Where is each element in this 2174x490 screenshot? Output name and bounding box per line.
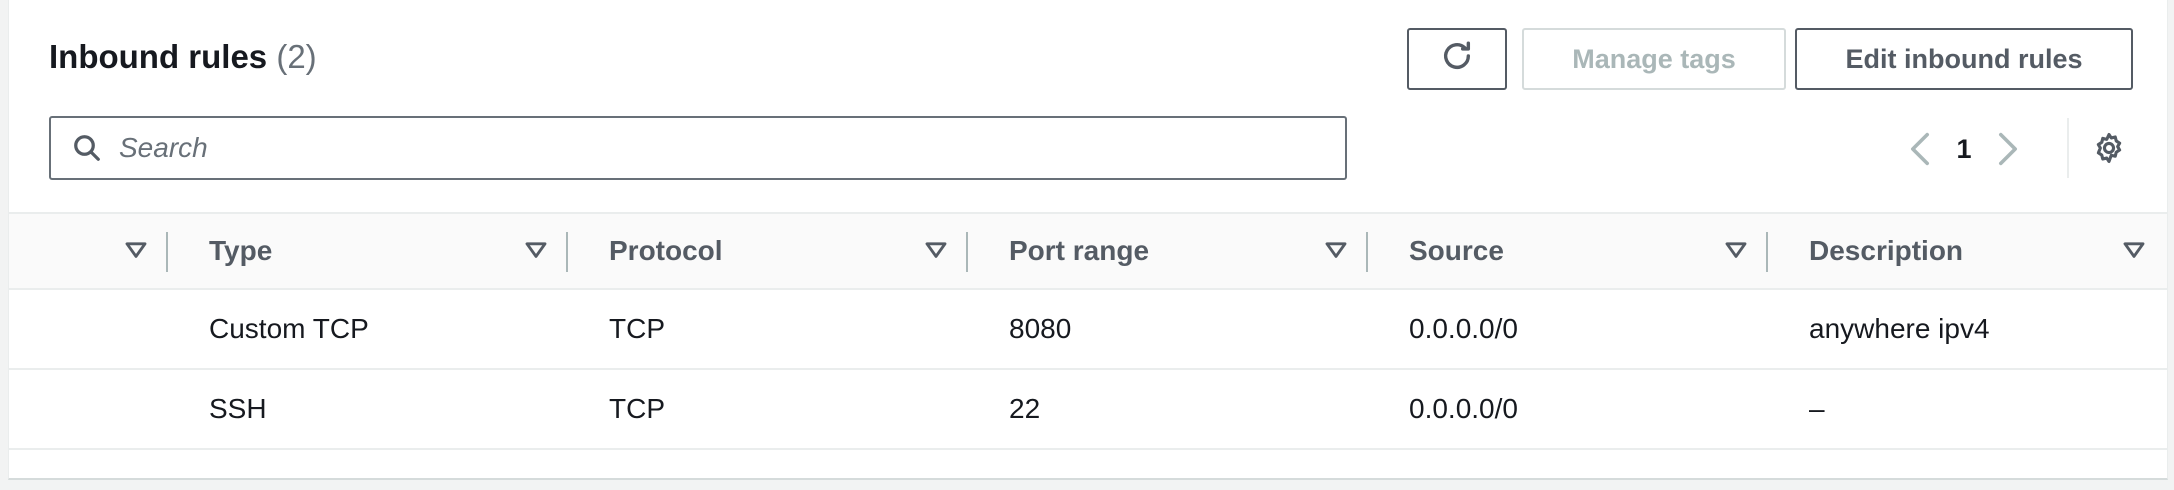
column-header-type[interactable]: Type: [209, 214, 272, 288]
cell-description: anywhere ipv4: [1809, 313, 1990, 344]
cell-source: 0.0.0.0/0: [1409, 313, 1518, 344]
column-header-protocol[interactable]: Protocol: [609, 214, 723, 288]
preferences-gear-icon[interactable]: [2089, 128, 2129, 168]
next-page-button[interactable]: [1985, 122, 2031, 176]
cell-port-range: 22: [1009, 393, 1041, 424]
search-box[interactable]: [49, 116, 1347, 180]
column-divider[interactable]: [966, 232, 968, 272]
column-header-description[interactable]: Description: [1809, 214, 1963, 288]
search-input[interactable]: [117, 131, 1321, 165]
column-divider[interactable]: [1766, 232, 1768, 272]
cell-source: 0.0.0.0/0: [1409, 393, 1518, 424]
rules-count: (2): [276, 38, 317, 75]
toolbar-divider: [2067, 118, 2069, 178]
cell-protocol: TCP: [609, 313, 665, 344]
cell-protocol: TCP: [609, 393, 665, 424]
page-title: Inbound rules (2): [49, 38, 317, 76]
current-page-number[interactable]: 1: [1943, 134, 1985, 165]
sort-caret-icon[interactable]: [521, 236, 551, 266]
edit-inbound-rules-button[interactable]: Edit inbound rules: [1795, 28, 2133, 90]
pagination: 1: [1897, 122, 2031, 176]
column-divider[interactable]: [1366, 232, 1368, 272]
column-header-source[interactable]: Source: [1409, 214, 1504, 288]
sort-caret-icon[interactable]: [121, 236, 151, 266]
table-row[interactable]: Custom TCP TCP 8080 0.0.0.0/0 anywhere i…: [9, 290, 2167, 370]
cell-type: Custom TCP: [209, 313, 369, 344]
title-text: Inbound rules: [49, 38, 268, 75]
sort-caret-icon[interactable]: [1321, 236, 1351, 266]
column-divider[interactable]: [166, 232, 168, 272]
refresh-icon: [1440, 39, 1474, 80]
refresh-button[interactable]: [1407, 28, 1507, 90]
manage-tags-button[interactable]: Manage tags: [1522, 28, 1786, 90]
column-divider[interactable]: [566, 232, 568, 272]
sort-caret-icon[interactable]: [1721, 236, 1751, 266]
cell-port-range: 8080: [1009, 313, 1072, 344]
previous-page-button[interactable]: [1897, 122, 1943, 176]
cell-type: SSH: [209, 393, 267, 424]
sort-caret-icon[interactable]: [2119, 236, 2149, 266]
inbound-rules-panel: Inbound rules (2) Manage tags Edit inbou…: [8, 0, 2168, 480]
table-row[interactable]: SSH TCP 22 0.0.0.0/0 –: [9, 370, 2167, 450]
cell-description: –: [1809, 393, 1825, 424]
sort-caret-icon[interactable]: [921, 236, 951, 266]
search-icon: [67, 128, 107, 168]
column-header-port-range[interactable]: Port range: [1009, 214, 1149, 288]
table-header: Type Protocol Port range Source Descript…: [9, 212, 2167, 290]
